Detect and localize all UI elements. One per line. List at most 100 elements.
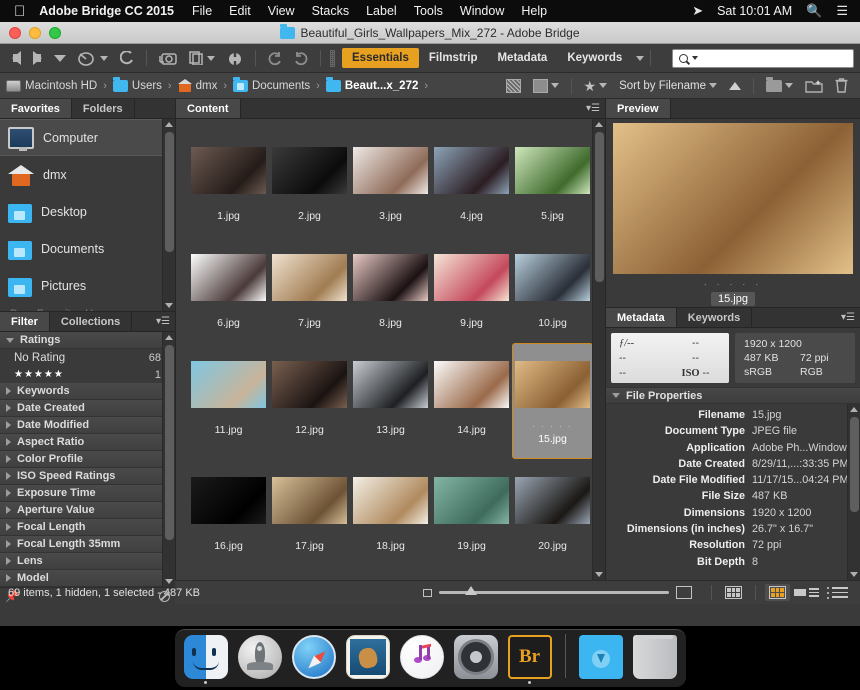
thumbnail-image[interactable] [353, 253, 428, 301]
breadcrumb-item-current-folder[interactable]: Beaut...x_272 [325, 77, 418, 92]
thumbnail-cell[interactable]: 16.jpg [188, 459, 269, 566]
menu-item-help[interactable]: Help [521, 4, 547, 18]
thumbnail-cell[interactable]: 7.jpg [269, 236, 350, 343]
filter-group-lens[interactable]: Lens [0, 553, 175, 570]
scroll-up-arrow-icon[interactable] [850, 407, 858, 412]
thumbnail-image[interactable] [515, 476, 590, 524]
disclosure-triangle-icon[interactable] [6, 540, 11, 548]
thumbnail-cell[interactable]: 4.jpg [431, 129, 512, 236]
apple-menu-icon[interactable]:  [14, 4, 25, 19]
thumbnail-image[interactable] [272, 360, 347, 408]
slider-knob[interactable] [465, 586, 477, 595]
thumbnail-image[interactable] [515, 146, 590, 194]
new-folder-icon[interactable] [799, 75, 829, 97]
metadata-value[interactable]: 1920 x 1200 [752, 505, 811, 521]
rotate-counterclockwise-icon[interactable] [114, 47, 140, 69]
scroll-down-arrow-icon[interactable] [165, 303, 173, 308]
large-thumbnail-icon[interactable] [676, 586, 692, 599]
thumbnail-cell[interactable]: 6.jpg [188, 236, 269, 343]
details-view-icon[interactable] [823, 585, 852, 601]
scrollbar-thumb[interactable] [164, 132, 174, 252]
thumbnail-cell[interactable]: 5.jpg [512, 129, 593, 236]
menu-item-file[interactable]: File [192, 4, 212, 18]
favorites-scrollbar[interactable] [162, 119, 175, 311]
thumbnail-cell[interactable]: 19.jpg [431, 459, 512, 566]
open-in-camera-raw-icon[interactable] [221, 47, 249, 69]
tab-content[interactable]: Content [176, 99, 241, 118]
disclosure-triangle-icon[interactable] [6, 387, 11, 395]
thumbnail-image[interactable] [272, 253, 347, 301]
metadata-value[interactable]: JPEG file [752, 423, 797, 439]
sort-direction-button[interactable] [723, 75, 747, 97]
thumbnail-image[interactable] [272, 476, 347, 524]
filter-row-no-rating[interactable]: No Rating 68 [0, 349, 175, 366]
menu-item-edit[interactable]: Edit [229, 4, 251, 18]
filter-group-exposure-time[interactable]: Exposure Time [0, 485, 175, 502]
scroll-down-arrow-icon[interactable] [165, 579, 173, 584]
metadata-value[interactable]: 8 [752, 554, 758, 570]
lock-thumbnail-grid-icon[interactable] [721, 584, 746, 601]
dock-item-itunes[interactable] [399, 635, 445, 684]
disclosure-triangle-icon[interactable] [6, 557, 11, 565]
dock-item-trash[interactable] [632, 635, 678, 684]
get-photos-from-camera-icon[interactable] [153, 47, 183, 69]
metadata-section-file-properties[interactable]: File Properties [606, 387, 860, 404]
chevron-down-icon[interactable] [636, 55, 645, 61]
thumbnail-cell[interactable]: 9.jpg [431, 236, 512, 343]
sidebar-item-desktop[interactable]: Desktop [0, 193, 175, 230]
list-view-icon[interactable] [790, 586, 823, 599]
thumbnail-cell[interactable]: 17.jpg [269, 459, 350, 566]
thumbnail-cell[interactable]: 3.jpg [350, 129, 431, 236]
metadata-scrollbar[interactable] [847, 404, 860, 580]
menu-item-stacks[interactable]: Stacks [312, 4, 350, 18]
disclosure-triangle-icon[interactable] [6, 489, 11, 497]
breadcrumb-item-documents[interactable]: Documents [233, 77, 310, 92]
spotlight-search-icon[interactable]: 🔍 [806, 3, 822, 19]
dock-item-downloads[interactable] [578, 635, 624, 684]
metadata-value[interactable]: 72 ppi [752, 537, 781, 553]
thumbnail-image[interactable] [191, 360, 266, 408]
metadata-value[interactable]: Adobe Ph...Windows [752, 440, 852, 456]
filter-group-keywords[interactable]: Keywords [0, 383, 175, 400]
slider-track[interactable] [439, 586, 669, 595]
metadata-value[interactable]: 15.jpg [752, 407, 781, 423]
sidebar-item-dmx[interactable]: dmx [0, 156, 175, 193]
thumbnail-cell[interactable]: · · · · · 15.jpg [512, 343, 593, 459]
filter-group-aspect-ratio[interactable]: Aspect Ratio [0, 434, 175, 451]
thumbnail-image[interactable] [191, 253, 266, 301]
forward-arrow-icon[interactable] [27, 47, 48, 69]
dock-item-mail[interactable] [345, 635, 391, 684]
disclosure-triangle-icon[interactable] [6, 421, 11, 429]
pointer-icon[interactable]: ➤ [692, 3, 703, 19]
active-app-name[interactable]: Adobe Bridge CC 2015 [39, 4, 174, 18]
menu-item-window[interactable]: Window [460, 4, 504, 18]
rating-dots[interactable]: · · · · · [515, 422, 590, 431]
trash-icon[interactable] [829, 75, 854, 97]
dock-item-system-preferences[interactable] [453, 635, 499, 684]
tab-preview[interactable]: Preview [606, 99, 671, 118]
thumbnail-image[interactable] [515, 253, 590, 301]
breadcrumb-item-macintosh-hd[interactable]: Macintosh HD [6, 79, 97, 92]
scroll-down-arrow-icon[interactable] [595, 572, 603, 577]
filter-group-aperture-value[interactable]: Aperture Value [0, 502, 175, 519]
metadata-value[interactable]: 8/29/11,...:33:35 PM [752, 456, 848, 472]
back-arrow-icon[interactable] [6, 47, 27, 69]
tab-collections[interactable]: Collections [49, 312, 133, 331]
scroll-down-arrow-icon[interactable] [850, 572, 858, 577]
thumbnail-grid-area[interactable]: 1.jpg 2.jpg 3.jpg 4.jpg 5.jpg 6.jpg 7.jpg 8.jpg… [176, 119, 605, 580]
thumbnail-cell[interactable]: 18.jpg [350, 459, 431, 566]
menu-item-label[interactable]: Label [366, 4, 397, 18]
sidebar-item-documents[interactable]: Documents [0, 230, 175, 267]
clear-filter-icon[interactable] [159, 590, 170, 602]
workspace-essentials[interactable]: Essentials [342, 48, 419, 68]
thumbnail-image[interactable] [434, 360, 509, 408]
thumbnail-image[interactable] [434, 146, 509, 194]
preview-image[interactable] [613, 123, 853, 274]
thumbnail-cell[interactable]: 8.jpg [350, 236, 431, 343]
disclosure-triangle-icon[interactable] [6, 455, 11, 463]
preview-mode-icon[interactable] [527, 75, 565, 97]
disclosure-triangle-icon[interactable] [6, 574, 11, 582]
thumbnail-cell[interactable]: 14.jpg [431, 343, 512, 459]
metadata-value[interactable]: 11/17/15...04:24 PM [752, 472, 848, 488]
filter-group-focal-length[interactable]: Focal Length [0, 519, 175, 536]
